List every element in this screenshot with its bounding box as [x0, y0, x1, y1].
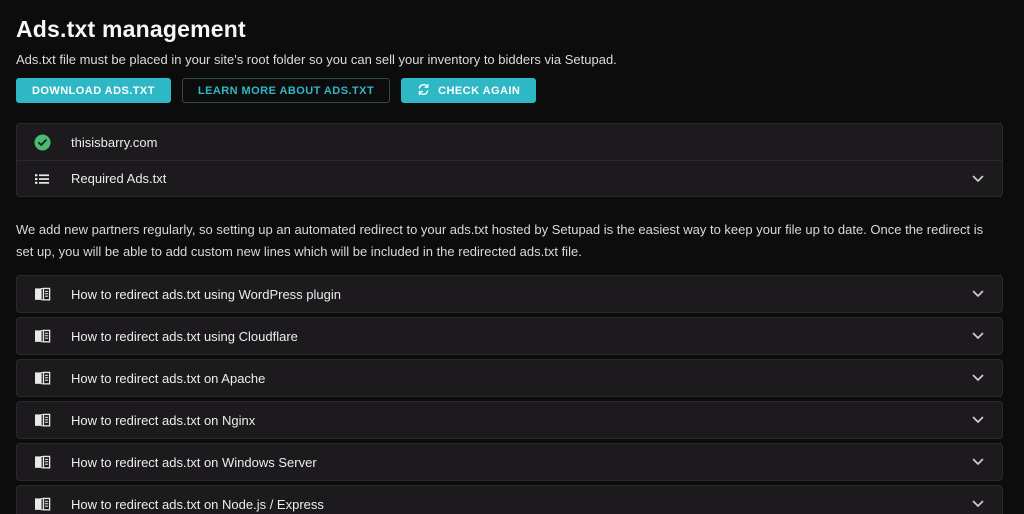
toolbar: DOWNLOAD ADS.TXT LEARN MORE ABOUT ADS.TX…	[16, 78, 1003, 103]
open-book-icon	[33, 371, 51, 386]
chevron-down-icon	[972, 458, 984, 466]
domain-label: thisisbarry.com	[71, 135, 986, 150]
guide-row-apache[interactable]: How to redirect ads.txt on Apache	[16, 359, 1003, 397]
required-adstxt-row[interactable]: Required Ads.txt	[17, 160, 1002, 196]
status-panel: thisisbarry.com Required Ads.txt	[16, 123, 1003, 197]
page-title: Ads.txt management	[16, 14, 1003, 44]
chevron-down-icon	[972, 416, 984, 424]
open-book-icon	[33, 287, 51, 302]
domain-row: thisisbarry.com	[17, 124, 1002, 160]
chevron-down-icon	[972, 175, 984, 183]
open-book-icon	[33, 329, 51, 344]
guide-row-nodejs-express[interactable]: How to redirect ads.txt on Node.js / Exp…	[16, 485, 1003, 514]
redirect-description: We add new partners regularly, so settin…	[16, 219, 1003, 263]
page-subtitle: Ads.txt file must be placed in your site…	[16, 51, 1003, 69]
guide-row-nginx[interactable]: How to redirect ads.txt on Nginx	[16, 401, 1003, 439]
open-book-icon	[33, 497, 51, 512]
check-again-button[interactable]: CHECK AGAIN	[401, 78, 536, 103]
guide-label: How to redirect ads.txt using Cloudflare	[71, 329, 972, 344]
refresh-icon	[417, 83, 430, 99]
guide-label: How to redirect ads.txt on Apache	[71, 371, 972, 386]
guide-row-cloudflare[interactable]: How to redirect ads.txt using Cloudflare	[16, 317, 1003, 355]
guide-label: How to redirect ads.txt using WordPress …	[71, 287, 972, 302]
chevron-down-icon	[972, 332, 984, 340]
guide-label: How to redirect ads.txt on Nginx	[71, 413, 972, 428]
download-adstxt-button[interactable]: DOWNLOAD ADS.TXT	[16, 78, 171, 103]
chevron-down-icon	[972, 290, 984, 298]
list-icon	[33, 171, 51, 187]
check-circle-icon	[33, 134, 51, 151]
open-book-icon	[33, 455, 51, 470]
guide-row-windows-server[interactable]: How to redirect ads.txt on Windows Serve…	[16, 443, 1003, 481]
ads-txt-management-page: Ads.txt management Ads.txt file must be …	[16, 14, 1003, 514]
check-again-label: CHECK AGAIN	[438, 85, 520, 97]
learn-more-button[interactable]: LEARN MORE ABOUT ADS.TXT	[182, 78, 390, 103]
guide-list: How to redirect ads.txt using WordPress …	[16, 275, 1003, 514]
chevron-down-icon	[972, 500, 984, 508]
open-book-icon	[33, 413, 51, 428]
chevron-down-icon	[972, 374, 984, 382]
guide-row-wordpress[interactable]: How to redirect ads.txt using WordPress …	[16, 275, 1003, 313]
guide-label: How to redirect ads.txt on Windows Serve…	[71, 455, 972, 470]
guide-label: How to redirect ads.txt on Node.js / Exp…	[71, 497, 972, 512]
required-adstxt-label: Required Ads.txt	[71, 171, 972, 186]
